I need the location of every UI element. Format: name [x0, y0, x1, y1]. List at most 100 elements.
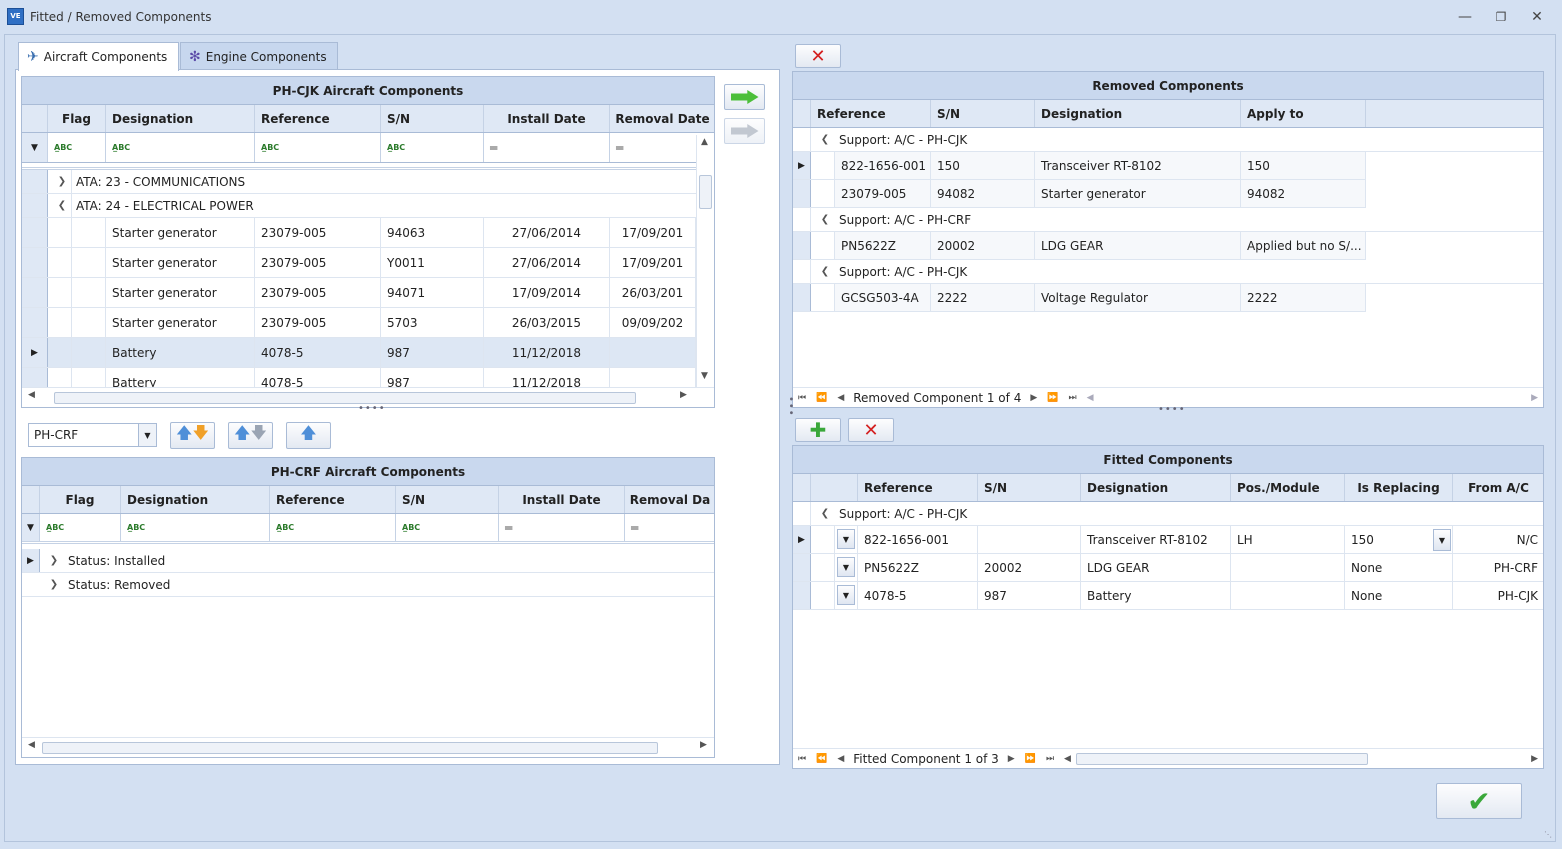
replacing-dropdown-icon[interactable]: ▼ — [1433, 529, 1451, 551]
group-row[interactable]: ❮ Support: A/C - PH-CJK — [793, 128, 1543, 152]
filter-sn[interactable]: A̲BC — [396, 514, 499, 541]
col-sn[interactable]: S/N — [381, 105, 484, 132]
col-removal-date[interactable]: Removal Date — [610, 105, 714, 132]
filter-removal-date[interactable]: ═ — [625, 514, 714, 541]
transfer-right-button[interactable] — [724, 84, 765, 110]
group-row[interactable]: ❮ Support: A/C - PH-CJK — [793, 260, 1543, 284]
filter-flag[interactable]: A̲BC — [40, 514, 121, 541]
chevron-down-icon[interactable]: ❮ — [819, 508, 831, 519]
group-row[interactable]: ❯ Status: Removed — [22, 573, 714, 597]
scroll-left-icon[interactable]: ◀ — [1064, 754, 1071, 764]
table-row[interactable]: Starter generator 23079-005 94063 27/06/201… — [22, 218, 696, 248]
chevron-down-icon[interactable]: ❮ — [819, 266, 831, 277]
scroll-left-icon[interactable]: ◀ — [1087, 393, 1094, 403]
vertical-splitter-grip[interactable]: ••• — [785, 396, 796, 417]
next-page-icon[interactable]: ⏩ — [1025, 754, 1036, 764]
scroll-thumb[interactable] — [699, 175, 712, 209]
chevron-down-icon[interactable]: ▼ — [138, 424, 156, 446]
cell-replacing[interactable]: None — [1345, 582, 1453, 609]
group-row[interactable]: ❯ ATA: 23 - COMMUNICATIONS — [22, 170, 696, 194]
group-row[interactable]: ❮ ATA: 24 - ELECTRICAL POWER — [22, 194, 696, 218]
prev-record-icon[interactable]: ◀ — [837, 393, 844, 403]
chevron-down-icon[interactable]: ❮ — [819, 214, 831, 225]
col-pos-module[interactable]: Pos./Module — [1231, 474, 1345, 501]
next-record-icon[interactable]: ▶ — [1030, 393, 1037, 403]
chevron-right-icon[interactable]: ❯ — [48, 555, 60, 566]
table-row[interactable]: GCSG503-4A 2222 Voltage Regulator 2222 — [793, 284, 1366, 312]
table-row[interactable]: 23079-005 94082 Starter generator 94082 — [793, 180, 1366, 208]
filter-install-date[interactable]: ═ — [484, 133, 610, 162]
filter-designation[interactable]: A̲BC — [121, 514, 270, 541]
scroll-right-icon[interactable]: ▶ — [680, 390, 687, 400]
next-record-icon[interactable]: ▶ — [1008, 754, 1015, 764]
aircraft-select[interactable]: PH-CRF ▼ — [28, 423, 157, 447]
col-reference[interactable]: Reference — [270, 486, 396, 513]
filter-sn[interactable]: A̲BC — [381, 133, 484, 162]
scroll-left-icon[interactable]: ◀ — [28, 390, 35, 400]
table-row[interactable]: ▶ Battery 4078-5 987 11/12/2018 — [22, 338, 696, 368]
col-removal-date[interactable]: Removal Da — [625, 486, 714, 513]
resize-grip[interactable]: ⋱ — [1544, 830, 1552, 839]
prev-page-icon[interactable]: ⏪ — [816, 754, 827, 764]
prev-page-icon[interactable]: ⏪ — [816, 393, 827, 403]
table-row[interactable]: ▶ ▼ 822-1656-001 Transceiver RT-8102 LH 150 N/… — [793, 526, 1543, 554]
col-is-replacing[interactable]: Is Replacing — [1345, 474, 1453, 501]
prev-record-icon[interactable]: ◀ — [837, 754, 844, 764]
table-row[interactable]: ▼ PN5622Z 20002 LDG GEAR None PH-CRF — [793, 554, 1543, 582]
minimize-icon[interactable]: — — [1454, 8, 1476, 26]
col-apply-to[interactable]: Apply to — [1241, 100, 1366, 127]
tab-engine-components[interactable]: ✻ Engine Components — [180, 42, 338, 70]
col-designation[interactable]: Designation — [121, 486, 270, 513]
restore-icon[interactable]: ❐ — [1490, 8, 1512, 26]
group-row[interactable]: ❮ Support: A/C - PH-CJK — [793, 502, 1543, 526]
table-row[interactable]: Starter generator 23079-005 Y0011 27/06/201… — [22, 248, 696, 278]
scroll-up-icon[interactable]: ▲ — [701, 137, 708, 147]
vertical-scrollbar[interactable]: ▲ ▼ — [696, 135, 714, 387]
col-reference[interactable]: Reference — [255, 105, 381, 132]
filter-designation[interactable]: A̲BC — [106, 133, 255, 162]
col-from-ac[interactable]: From A/C — [1453, 474, 1543, 501]
cell-replacing[interactable]: None — [1345, 554, 1453, 581]
next-page-icon[interactable]: ⏩ — [1047, 393, 1058, 403]
col-install-date[interactable]: Install Date — [484, 105, 610, 132]
swap-button[interactable]: 🡅🡇 — [170, 422, 215, 449]
table-row[interactable]: Starter generator 23079-005 5703 26/03/2015… — [22, 308, 696, 338]
col-designation[interactable]: Designation — [106, 105, 255, 132]
swap-disabled-button[interactable]: 🡅🡇 — [228, 422, 273, 449]
add-fitted-button[interactable]: ✚ — [795, 418, 841, 442]
close-icon[interactable]: ✕ — [1526, 8, 1548, 26]
scroll-right-icon[interactable]: ▶ — [700, 740, 707, 750]
last-record-icon[interactable]: ⏭ — [1046, 754, 1054, 764]
chevron-right-icon[interactable]: ❯ — [48, 579, 60, 590]
table-row[interactable]: PN5622Z 20002 LDG GEAR Applied but no S/... — [793, 232, 1366, 260]
transfer-back-button[interactable] — [724, 118, 765, 144]
filter-flag[interactable]: A̲BC — [48, 133, 106, 162]
delete-removed-button[interactable]: ✕ — [795, 44, 841, 68]
chevron-down-icon[interactable]: ❮ — [819, 134, 831, 145]
col-designation[interactable]: Designation — [1081, 474, 1231, 501]
col-sn[interactable]: S/N — [931, 100, 1035, 127]
chevron-down-icon[interactable]: ▼ — [837, 585, 855, 605]
scroll-left-icon[interactable]: ◀ — [28, 740, 35, 750]
filter-reference[interactable]: A̲BC — [255, 133, 381, 162]
group-row[interactable]: ❮ Support: A/C - PH-CRF — [793, 208, 1543, 232]
chevron-down-icon[interactable]: ▼ — [837, 557, 855, 577]
confirm-button[interactable]: ✔ — [1436, 783, 1522, 819]
filter-install-date[interactable]: ═ — [499, 514, 625, 541]
col-install-date[interactable]: Install Date — [499, 486, 625, 513]
scroll-right-icon[interactable]: ▶ — [1531, 754, 1538, 764]
scroll-right-icon[interactable]: ▶ — [1531, 393, 1538, 403]
scroll-thumb[interactable] — [1075, 752, 1368, 765]
col-designation[interactable]: Designation — [1035, 100, 1241, 127]
last-record-icon[interactable]: ⏭ — [1068, 393, 1076, 403]
table-row[interactable]: ▶ 822-1656-001 150 Transceiver RT-8102 150 — [793, 152, 1366, 180]
scroll-thumb[interactable] — [42, 742, 658, 754]
filter-reference[interactable]: A̲BC — [270, 514, 396, 541]
col-sn[interactable]: S/N — [396, 486, 499, 513]
delete-fitted-button[interactable]: ✕ — [848, 418, 894, 442]
table-row[interactable]: Starter generator 23079-005 94071 17/09/201… — [22, 278, 696, 308]
table-row[interactable]: ▼ 4078-5 987 Battery None PH-CJK — [793, 582, 1543, 610]
move-up-button[interactable]: 🡅 — [286, 422, 331, 449]
scroll-thumb[interactable] — [54, 392, 636, 404]
scroll-down-icon[interactable]: ▼ — [701, 371, 708, 381]
